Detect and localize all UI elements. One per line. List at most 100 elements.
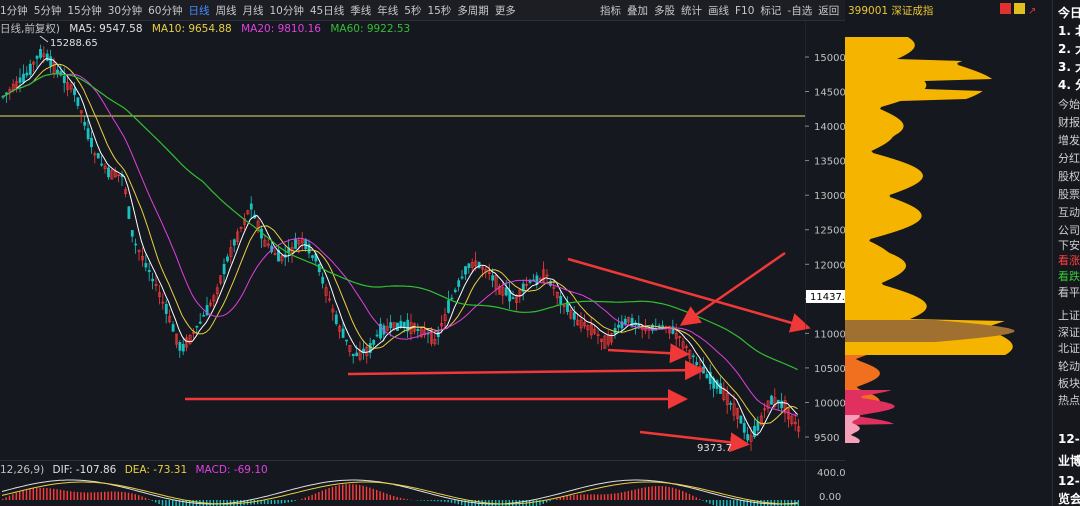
volume-profile bbox=[845, 37, 1015, 443]
period-tab-10[interactable]: 季线 bbox=[350, 5, 371, 17]
right-panel-item-24[interactable]: 业博 bbox=[1058, 452, 1080, 469]
period-tab-4[interactable]: 60分钟 bbox=[148, 5, 182, 17]
price-tick-5: 12500 bbox=[814, 226, 846, 237]
right-panel-item-8[interactable]: 分红 bbox=[1058, 150, 1080, 166]
tool-button-8[interactable]: 返回 bbox=[818, 5, 839, 17]
pane-divider bbox=[0, 460, 845, 461]
macd-axis: 400.0 0.00 bbox=[805, 460, 846, 506]
right-panel-item-14[interactable]: 看涨 bbox=[1058, 252, 1080, 268]
chart-toolbar: 1分钟 5分钟 15分钟 30分钟 60分钟 日线 周线 月线 10分钟 45日线 季线 年线 5秒 15… bbox=[0, 0, 845, 21]
right-panel-item-2[interactable]: 2. 大 bbox=[1058, 40, 1080, 57]
macd-chart[interactable] bbox=[0, 478, 845, 506]
right-panel-item-22[interactable]: 热点 bbox=[1058, 392, 1080, 408]
low-price-label: 9373.7 bbox=[697, 443, 732, 454]
right-panel-item-10[interactable]: 股票 bbox=[1058, 186, 1080, 202]
ma-prefix: 日线,前复权) bbox=[0, 23, 60, 35]
right-panel-item-25[interactable]: 12-0 bbox=[1058, 474, 1080, 488]
high-price-label: 15288.65 bbox=[50, 38, 98, 49]
period-tab-0[interactable]: 1分钟 bbox=[0, 5, 28, 17]
period-tab-15[interactable]: 更多 bbox=[495, 5, 516, 17]
tool-button-3[interactable]: 统计 bbox=[681, 5, 702, 17]
period-tab-3[interactable]: 30分钟 bbox=[108, 5, 142, 17]
right-panel-item-18[interactable]: 深证 bbox=[1058, 324, 1080, 340]
drawn-arrows[interactable] bbox=[185, 251, 811, 453]
ma5-value: MA5: 9547.58 bbox=[69, 23, 143, 35]
price-tick-8: 11000 bbox=[814, 329, 846, 340]
tool-button-5[interactable]: F10 bbox=[735, 5, 754, 17]
dea-value: DEA: -73.31 bbox=[124, 464, 188, 476]
right-panel-item-6[interactable]: 财报 bbox=[1058, 114, 1080, 130]
price-tick-9: 10500 bbox=[814, 364, 846, 375]
ma20-line bbox=[1, 73, 798, 417]
tool-button-7[interactable]: -自选 bbox=[787, 5, 812, 17]
right-info-panel: 今日1. 北2. 大3. 大4. 分今始财报增发分红股权股票互动公司下安看涨看跌… bbox=[1052, 0, 1080, 506]
price-tick-6: 12000 bbox=[814, 260, 846, 271]
top-icons: ↗ bbox=[1000, 3, 1042, 17]
arrow-2 bbox=[679, 251, 786, 326]
price-tick-0: 15000 bbox=[814, 53, 846, 64]
ma20-value: MA20: 9810.16 bbox=[241, 23, 321, 35]
arrow-3 bbox=[607, 343, 690, 364]
chart-tools: 指标 叠加 多股 统计 画线 F10 标记 -自选 返回 bbox=[600, 3, 845, 18]
macd-tick-0: 0.00 bbox=[819, 492, 841, 503]
dif-value: DIF: -107.86 bbox=[52, 464, 117, 476]
macd-legend: 12,26,9) DIF: -107.86 DEA: -73.31 MACD: … bbox=[0, 464, 273, 476]
right-panel-item-15[interactable]: 看跌 bbox=[1058, 268, 1080, 284]
price-axis: 1500014500140001350013000125001200011500… bbox=[805, 20, 847, 460]
right-panel-item-20[interactable]: 轮动 bbox=[1058, 358, 1080, 374]
right-panel-item-19[interactable]: 北证 bbox=[1058, 340, 1080, 356]
period-tab-12[interactable]: 5秒 bbox=[404, 5, 421, 17]
period-tab-1[interactable]: 5分钟 bbox=[34, 5, 62, 17]
arrow-1 bbox=[567, 257, 811, 333]
right-panel-item-13[interactable]: 下安 bbox=[1058, 237, 1080, 253]
ma5-line bbox=[1, 57, 798, 436]
ma-lines bbox=[1, 57, 798, 436]
arrow-icon[interactable]: ↗ bbox=[1028, 6, 1039, 17]
period-tab-9[interactable]: 45日线 bbox=[310, 5, 344, 17]
right-panel-item-4[interactable]: 4. 分 bbox=[1058, 76, 1080, 93]
price-tick-2: 14000 bbox=[814, 122, 846, 133]
price-tick-1: 14500 bbox=[814, 88, 846, 99]
right-panel-item-26[interactable]: 览会 bbox=[1058, 490, 1080, 506]
right-panel-item-23[interactable]: 12-0 bbox=[1058, 432, 1080, 446]
flag-icon[interactable] bbox=[1000, 3, 1011, 14]
arrow-4 bbox=[347, 360, 705, 381]
period-tab-2[interactable]: 15分钟 bbox=[67, 5, 101, 17]
period-tab-7[interactable]: 月线 bbox=[243, 5, 264, 17]
right-panel-item-11[interactable]: 互动 bbox=[1058, 204, 1080, 220]
period-tab-11[interactable]: 年线 bbox=[377, 5, 398, 17]
period-tab-5[interactable]: 日线 bbox=[189, 5, 210, 17]
ma10-value: MA10: 9654.88 bbox=[151, 23, 232, 35]
right-panel-item-12[interactable]: 公司 bbox=[1058, 222, 1080, 238]
right-panel-item-7[interactable]: 增发 bbox=[1058, 132, 1080, 148]
period-tab-8[interactable]: 10分钟 bbox=[270, 5, 304, 17]
tool-button-4[interactable]: 画线 bbox=[708, 5, 729, 17]
period-tab-6[interactable]: 周线 bbox=[216, 5, 237, 17]
tool-button-2[interactable]: 多股 bbox=[654, 5, 675, 17]
right-panel-item-1[interactable]: 1. 北 bbox=[1058, 22, 1080, 39]
ma-legend: 日线,前复权) MA5: 9547.58 MA10: 9654.88 MA20:… bbox=[0, 21, 416, 36]
candles bbox=[1, 44, 801, 451]
macd-tick-400: 400.0 bbox=[817, 468, 846, 479]
right-panel-item-21[interactable]: 板块 bbox=[1058, 375, 1080, 391]
price-tick-10: 10000 bbox=[814, 399, 846, 410]
macd-params: 12,26,9) bbox=[0, 464, 45, 476]
ma60-value: MA60: 9922.53 bbox=[330, 23, 411, 35]
right-panel-item-17[interactable]: 上证 bbox=[1058, 307, 1080, 323]
candlestick-chart[interactable]: 15288.65 9373.7 ◇ ▯ bbox=[0, 36, 845, 460]
price-tick-11: 9500 bbox=[814, 433, 839, 444]
tool-button-0[interactable]: 指标 bbox=[600, 5, 621, 17]
price-tick-4: 13000 bbox=[814, 191, 846, 202]
current-price-tag: 11437.9 bbox=[810, 292, 847, 303]
right-panel-item-9[interactable]: 股权 bbox=[1058, 168, 1080, 184]
yellow-flag-icon[interactable] bbox=[1014, 3, 1025, 14]
tool-button-6[interactable]: 标记 bbox=[760, 5, 781, 17]
tool-button-1[interactable]: 叠加 bbox=[627, 5, 648, 17]
macd-value: MACD: -69.10 bbox=[195, 464, 268, 476]
period-tab-13[interactable]: 15秒 bbox=[427, 5, 451, 17]
right-panel-item-0[interactable]: 今日 bbox=[1058, 4, 1080, 21]
period-tab-14[interactable]: 多周期 bbox=[457, 5, 489, 17]
right-panel-item-3[interactable]: 3. 大 bbox=[1058, 58, 1080, 75]
right-panel-item-16[interactable]: 看平 bbox=[1058, 284, 1080, 300]
right-panel-item-5[interactable]: 今始 bbox=[1058, 96, 1080, 112]
